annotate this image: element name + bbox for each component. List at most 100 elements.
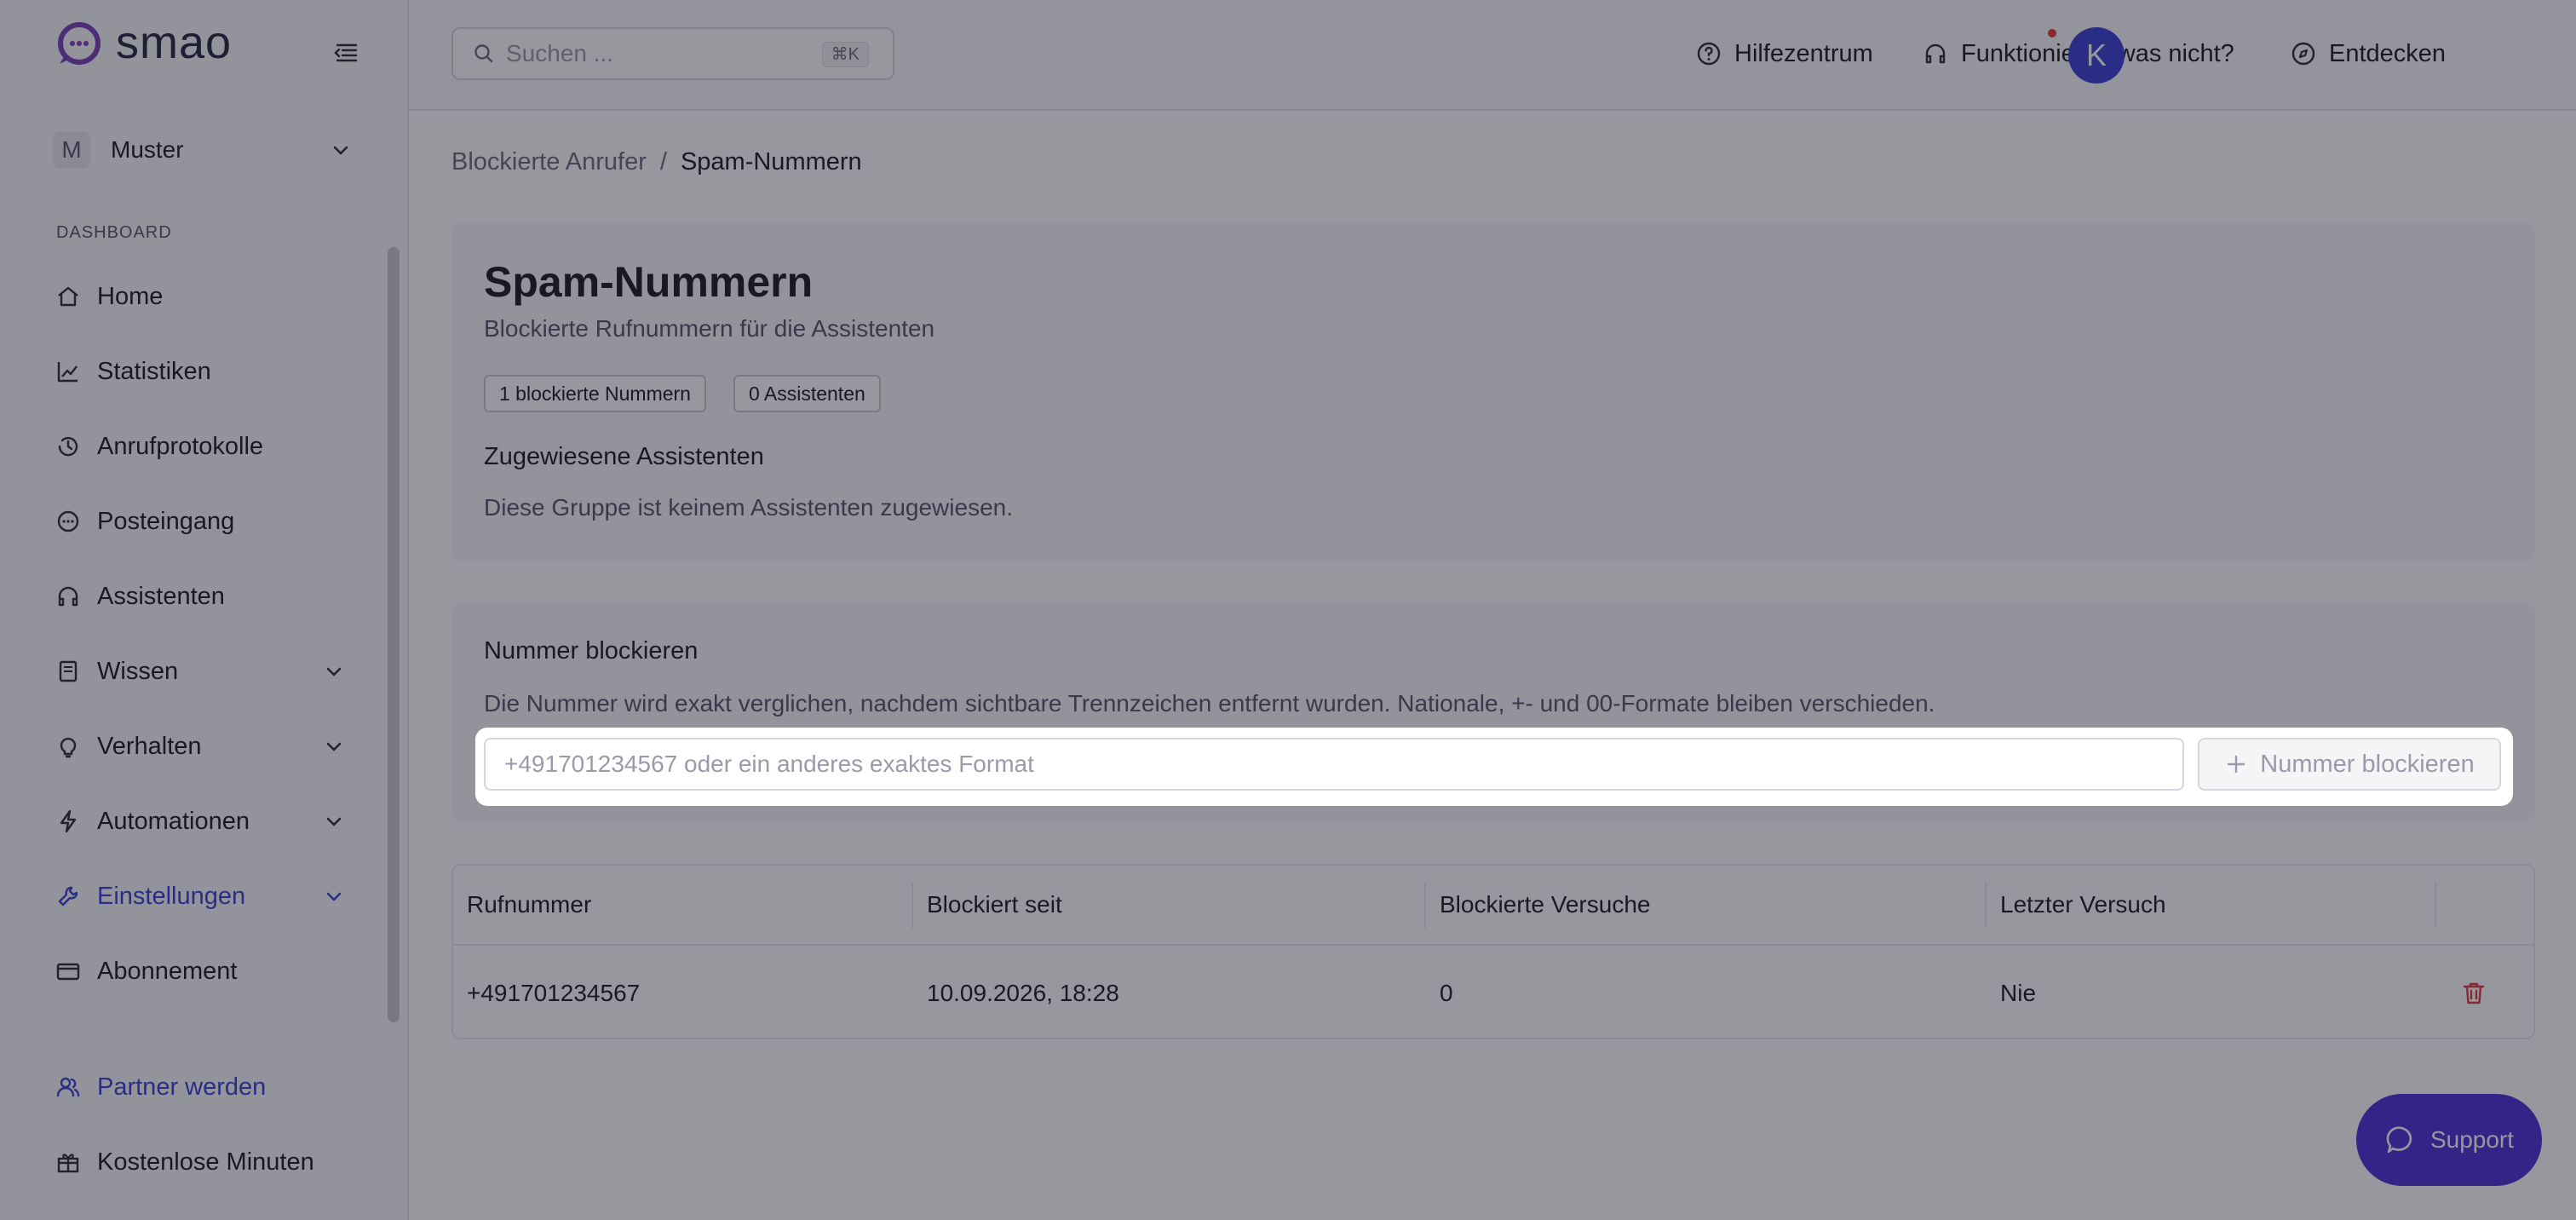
sidebar-item-einstellungen[interactable]: Einstellungen xyxy=(51,859,375,934)
table-row[interactable]: +491701234567 10.09.2026, 18:28 0 Nie xyxy=(453,947,2533,1039)
book-icon xyxy=(59,660,78,682)
workspace-name: Muster xyxy=(111,136,184,163)
breadcrumb-current: Spam-Nummern xyxy=(680,148,862,176)
assigned-assistants-heading: Zugewiesene Assistenten xyxy=(484,443,764,470)
help-circle-icon xyxy=(1697,42,1721,66)
assistants-count-badge: 0 Assistenten xyxy=(733,375,881,412)
help-center-label: Hilfezentrum xyxy=(1734,39,1873,67)
sidebar-item-kostenlose-minuten[interactable]: Kostenlose Minuten xyxy=(51,1125,375,1200)
block-number-button-label: Nummer blockieren xyxy=(2260,750,2475,778)
sidebar-item-label: Anrufprotokolle xyxy=(97,432,264,460)
credit-card-icon xyxy=(56,963,80,981)
sidebar-item-partner-werden[interactable]: Partner werden xyxy=(51,1050,375,1125)
sidebar-item-label: Automationen xyxy=(97,807,250,835)
chat-bubble-icon xyxy=(57,510,79,532)
sidebar-item-statistiken[interactable]: Statistiken xyxy=(51,334,375,409)
section-label-dashboard: DASHBOARD xyxy=(56,223,172,242)
sidebar-item-label: Einstellungen xyxy=(97,882,246,910)
logo[interactable]: smao xyxy=(55,15,232,70)
assigned-assistants-text: Diese Gruppe ist keinem Assistenten zuge… xyxy=(484,494,1013,521)
chevron-down-icon xyxy=(326,742,342,751)
search-icon xyxy=(474,44,493,63)
block-number-description: Die Nummer wird exakt verglichen, nachde… xyxy=(484,690,1935,716)
sidebar-item-label: Wissen xyxy=(97,657,179,685)
sidebar-item-label: Partner werden xyxy=(97,1073,267,1101)
trash-icon[interactable] xyxy=(2458,978,2489,1009)
lightning-icon xyxy=(60,809,77,833)
cell-attempts: 0 xyxy=(1440,980,1453,1006)
block-number-button[interactable]: Nummer blockieren xyxy=(2198,738,2501,791)
app-root: smao M Muster DASHBOARD Home Statistiken… xyxy=(0,0,2576,1220)
chart-line-icon xyxy=(57,362,78,383)
support-label: Support xyxy=(2429,1126,2515,1153)
logo-text: smao xyxy=(116,17,233,68)
page-subtitle: Blockierte Rufnummern für die Assistente… xyxy=(484,315,935,342)
support-button[interactable]: Support xyxy=(2356,1094,2542,1186)
blocked-numbers-table: Rufnummer Blockiert seit Blockierte Vers… xyxy=(451,864,2535,1039)
breadcrumb-separator: / xyxy=(659,148,667,176)
sidebar-bottom-nav: Partner werden Kostenlose Minuten xyxy=(51,1050,375,1200)
collapse-sidebar-icon[interactable] xyxy=(331,37,361,68)
breadcrumb: Blockierte Anrufer / Spam-Nummern xyxy=(451,148,862,176)
column-divider xyxy=(911,883,913,929)
chevron-down-icon xyxy=(326,892,342,901)
discover-label: Entdecken xyxy=(2329,39,2447,67)
compass-icon xyxy=(2291,42,2315,66)
cell-number: +491701234567 xyxy=(467,980,641,1006)
column-divider xyxy=(1424,883,1426,929)
sidebar-item-assistenten[interactable]: Assistenten xyxy=(51,559,375,634)
discover-link[interactable]: Entdecken xyxy=(2290,34,2446,73)
search-input[interactable]: Suchen ... ⌘K xyxy=(451,27,894,80)
sidebar-scrollbar[interactable] xyxy=(388,247,400,1022)
column-divider xyxy=(1985,883,1987,929)
column-header-letzter-versuch: Letzter Versuch xyxy=(2000,891,2166,918)
breadcrumb-parent-link[interactable]: Blockierte Anrufer xyxy=(451,148,647,176)
sidebar-item-label: Kostenlose Minuten xyxy=(97,1148,314,1176)
sidebar-item-home[interactable]: Home xyxy=(51,259,375,334)
sidebar-item-label: Abonnement xyxy=(97,957,238,985)
sidebar-item-label: Verhalten xyxy=(97,732,202,760)
cell-last-attempt: Nie xyxy=(2000,980,2037,1006)
logo-icon xyxy=(58,22,101,65)
cell-blocked-since: 10.09.2026, 18:28 xyxy=(927,980,1119,1006)
chevron-down-icon xyxy=(326,817,342,826)
table-header: Rufnummer Blockiert seit Blockierte Vers… xyxy=(453,866,2533,946)
headphones-icon xyxy=(58,586,78,607)
blocked-count-badge: 1 blockierte Nummern xyxy=(484,375,706,412)
notification-dot xyxy=(2048,29,2056,37)
chevron-down-icon xyxy=(333,146,348,155)
wrench-icon xyxy=(58,886,78,906)
user-avatar[interactable]: K xyxy=(2068,27,2125,83)
search-shortcut: ⌘K xyxy=(821,42,869,67)
plus-icon xyxy=(2228,755,2245,774)
sidebar-item-abonnement[interactable]: Abonnement xyxy=(51,934,375,1009)
lightbulb-icon xyxy=(60,737,77,758)
workspace-switcher[interactable]: M Muster xyxy=(53,126,373,174)
sidebar-item-wissen[interactable]: Wissen xyxy=(51,634,375,709)
history-icon xyxy=(58,436,78,457)
page-title: Spam-Nummern xyxy=(484,258,814,306)
sidebar-item-verhalten[interactable]: Verhalten xyxy=(51,709,375,784)
sidebar: smao M Muster DASHBOARD Home Statistiken… xyxy=(0,0,409,1220)
chevron-down-icon xyxy=(326,667,342,676)
help-center-link[interactable]: Hilfezentrum xyxy=(1695,34,1873,73)
column-header-blockiert-seit: Blockiert seit xyxy=(927,891,1062,918)
block-number-heading: Nummer blockieren xyxy=(484,637,699,665)
sidebar-item-label: Assistenten xyxy=(97,582,225,610)
sidebar-nav: Home Statistiken Anrufprotokolle Postein… xyxy=(51,259,375,1009)
topbar: Suchen ... ⌘K Hilfezentrum Funktioniert … xyxy=(409,0,2576,111)
column-header-blockierte-versuche: Blockierte Versuche xyxy=(1440,891,1651,918)
users-icon xyxy=(56,1077,80,1097)
search-placeholder: Suchen ... xyxy=(506,40,614,66)
sidebar-item-posteingang[interactable]: Posteingang xyxy=(51,484,375,559)
sidebar-item-anrufprotokolle[interactable]: Anrufprotokolle xyxy=(51,409,375,484)
group-info-card: Spam-Nummern Blockierte Rufnummern für d… xyxy=(451,223,2535,561)
chat-icon xyxy=(2386,1126,2412,1154)
highlighted-block-row: Nummer blockieren xyxy=(475,728,2513,806)
home-icon xyxy=(58,286,78,307)
headset-icon xyxy=(1925,43,1946,64)
sidebar-item-automationen[interactable]: Automationen xyxy=(51,784,375,859)
workspace-avatar: M xyxy=(53,131,90,169)
phone-number-input[interactable] xyxy=(484,738,2184,791)
sidebar-item-label: Home xyxy=(97,282,164,310)
